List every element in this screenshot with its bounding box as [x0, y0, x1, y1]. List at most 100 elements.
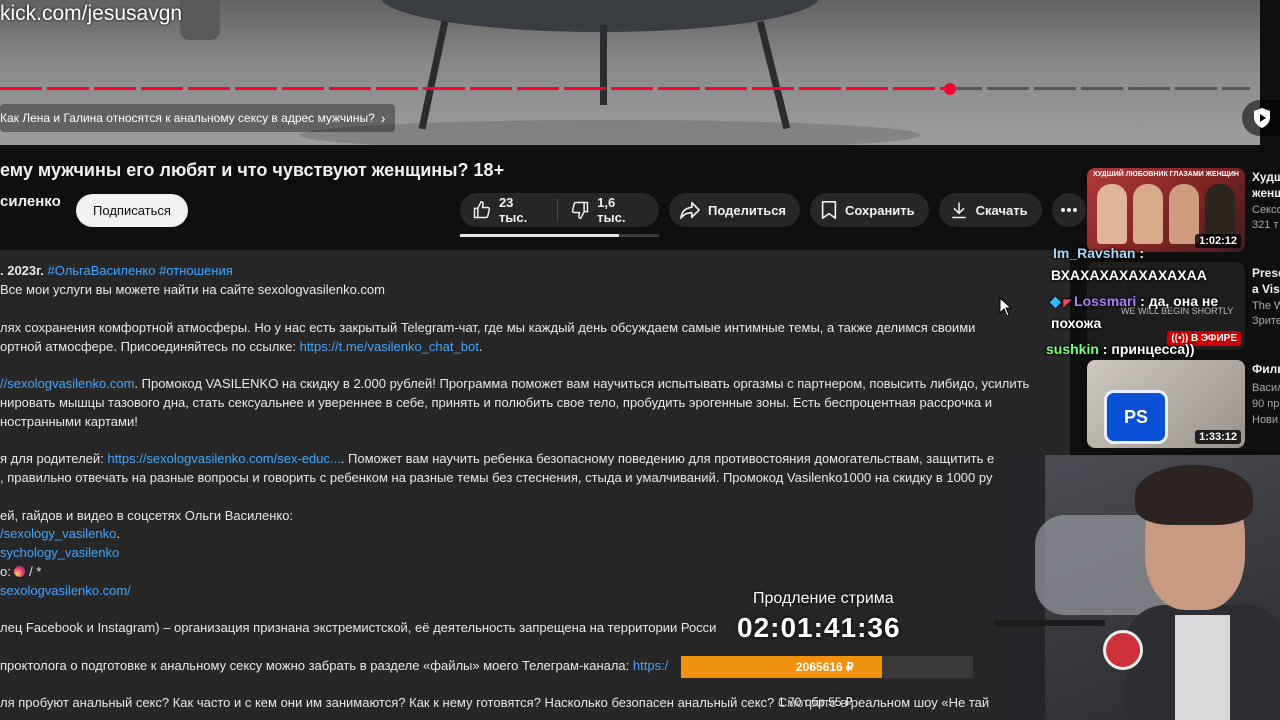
social-link[interactable]: sexologvasilenko.com/ [0, 583, 131, 598]
donation-goal: 1 70 обр 55 ₽ [778, 695, 853, 709]
chat-username: Lossmari [1074, 293, 1137, 309]
description-line: нировать мышцы тазового дна, стать сексу… [0, 395, 993, 410]
dislike-button[interactable]: 1,6 тыс. [558, 193, 659, 227]
recommendation-title: Prese [1252, 266, 1280, 280]
recommendation-title: Филь [1252, 362, 1280, 376]
thumbs-up-icon [473, 200, 491, 219]
background-stand [180, 0, 220, 40]
dislike-count: 1,6 тыс. [597, 195, 626, 225]
chat-text: принцесса)) [1107, 341, 1195, 357]
recommendation-views: 321 т [1252, 219, 1279, 231]
description-text: . [116, 526, 120, 541]
description-line: sychology_vasilenko [0, 545, 119, 560]
extension-timer: 02:01:41:36 [737, 612, 901, 643]
chat-username: Im_Ravshan [1053, 245, 1136, 261]
social-link[interactable]: sychology_vasilenko [0, 545, 119, 560]
video-player[interactable]: Как Лена и Галина относятся к анальному … [0, 0, 1260, 145]
live-badge-label: В ЭФИРЕ [1190, 333, 1237, 344]
streamer-webcam [995, 455, 1280, 720]
share-label: Поделиться [708, 202, 787, 218]
description-line: ей, гайдов и видео в соцсетях Ольги Васи… [0, 508, 294, 523]
streamer-hair [1135, 465, 1253, 525]
recommendation-badge: Нови [1252, 414, 1279, 426]
recommendation-thumbnail[interactable]: PS 1:33:12 [1087, 360, 1245, 448]
chat-message: Im_Ravshan : [1053, 245, 1144, 261]
recommendation-info[interactable]: Филь Васил 90 пр Нови [1252, 362, 1280, 426]
hashtags[interactable]: #ОльгаВасиленко #отношения [48, 263, 233, 278]
table-leg [756, 20, 791, 130]
description-line: sexologvasilenko.com/ [0, 583, 131, 598]
chapter-button[interactable]: Как Лена и Галина относятся к анальному … [0, 104, 396, 132]
social-link[interactable]: /sexology_vasilenko [0, 526, 116, 541]
instagram-icon [14, 566, 26, 577]
shield-icon[interactable] [1242, 100, 1280, 136]
bookmark-icon [821, 201, 837, 219]
video-duration: 1:02:12 [1195, 234, 1241, 248]
telegram-chat-link[interactable]: https://t.me/vasilenko_chat_bot [300, 339, 479, 354]
recommendation-channel: Васил [1252, 382, 1280, 394]
more-actions-button[interactable] [1051, 193, 1086, 227]
description-text: / * [25, 564, 42, 579]
recommendation-channel: Сексо [1252, 204, 1280, 216]
chat-message: sushkin : принцесса)) [1046, 341, 1195, 357]
save-button[interactable]: Сохранить [810, 193, 929, 227]
description-meta: . 2023г. #ОльгаВасиленко #отношения [0, 263, 233, 278]
progress-played [0, 87, 950, 90]
recommendation-views: Зрите [1252, 315, 1280, 327]
save-label: Сохранить [845, 202, 915, 218]
share-button[interactable]: Поделиться [669, 193, 801, 227]
sex-education-link[interactable]: https://sexologvasilenko.com/sex-educ... [107, 451, 340, 466]
download-button[interactable]: Скачать [938, 193, 1042, 227]
recommendation-views: 90 пр [1252, 398, 1280, 410]
mic-arm [995, 620, 1105, 626]
recommendation-title: a Vis [1252, 282, 1280, 296]
table-leg [600, 25, 607, 105]
description-text: . Поможет вам научить ребенка безопасном… [340, 451, 1023, 466]
recommendation-channel: The W [1252, 300, 1280, 312]
site-link[interactable]: //sexologvasilenko.com [0, 376, 134, 391]
chat-message: ◆ ◤ Lossmari : да, она не [1050, 293, 1218, 310]
chat-separator: : [1135, 245, 1145, 261]
description-line: ортной атмосфере. Присоединяйтесь по ссы… [0, 339, 482, 354]
chevron-right-icon: › [380, 110, 386, 126]
sub-badge-icon: ◤ [1060, 298, 1075, 309]
description-text: проктолога о подготовке к анальному секс… [0, 658, 633, 673]
download-icon [951, 202, 966, 219]
video-title: ему мужчины его любят и что чувствуют же… [0, 160, 505, 180]
subscribe-button[interactable]: Подписаться [76, 194, 188, 227]
donation-amount: 2065616 ₽ [796, 660, 854, 674]
recommendation-info[interactable]: Худш женщ Сексо 321 т [1252, 170, 1280, 231]
description-line: o: / * [0, 564, 41, 579]
like-dislike-group: 23 тыс. 1,6 тыс. [460, 193, 659, 227]
overlay-url: kick.com/jesusavgn [0, 2, 183, 25]
download-label: Скачать [975, 202, 1028, 218]
recommendation-title: женщ [1252, 186, 1280, 200]
description-line: проктолога о подготовке к анальному секс… [0, 658, 668, 673]
description-text: . Промокод VASILENKO на скидку в 2.000 р… [134, 376, 1030, 391]
description-text: ортной атмосфере. Присоединяйтесь по ссы… [0, 339, 300, 354]
chapter-title: Как Лена и Галина относятся к анальному … [0, 111, 375, 125]
more-horizontal-icon [1060, 208, 1077, 212]
chat-message-text: ВХАХАХАХАХАХАХАА [1051, 267, 1207, 283]
recommendation-title: Худш [1252, 170, 1280, 184]
cube-badge-icon: ◆ [1050, 293, 1061, 309]
progress-scrubber[interactable] [944, 83, 956, 95]
table-leg [418, 20, 449, 130]
thumbnail-caption: ХУДШИЙ ЛЮБОВНИК ГЛАЗАМИ ЖЕНЩИН [1093, 171, 1239, 178]
description-panel[interactable]: . 2023г. #ОльгаВасиленко #отношения Все … [0, 250, 1070, 720]
thumbs-down-icon [571, 201, 589, 220]
like-ratio-fill [460, 234, 620, 237]
like-button[interactable]: 23 тыс. [460, 193, 557, 227]
description-line: Все мои услуги вы можете найти на сайте … [0, 282, 385, 297]
channel-name[interactable]: силенко [0, 193, 61, 210]
photoshop-icon: PS [1104, 390, 1168, 444]
telegram-files-link[interactable]: https:/ [633, 658, 668, 673]
chat-text: да, она не [1144, 293, 1219, 309]
recommendation-info[interactable]: Prese a Vis The W Зрите [1252, 266, 1280, 327]
extension-label: Продление стрима [753, 590, 894, 607]
description-line: лях сохранения комфортной атмосферы. Но … [0, 320, 976, 335]
mouse-cursor-icon [999, 297, 1013, 317]
description-line: лец Facebook и Instagram) – организация … [0, 620, 717, 635]
recommendation-thumbnail[interactable]: ХУДШИЙ ЛЮБОВНИК ГЛАЗАМИ ЖЕНЩИН 1:02:12 [1087, 168, 1245, 252]
like-ratio-bar [460, 234, 659, 237]
